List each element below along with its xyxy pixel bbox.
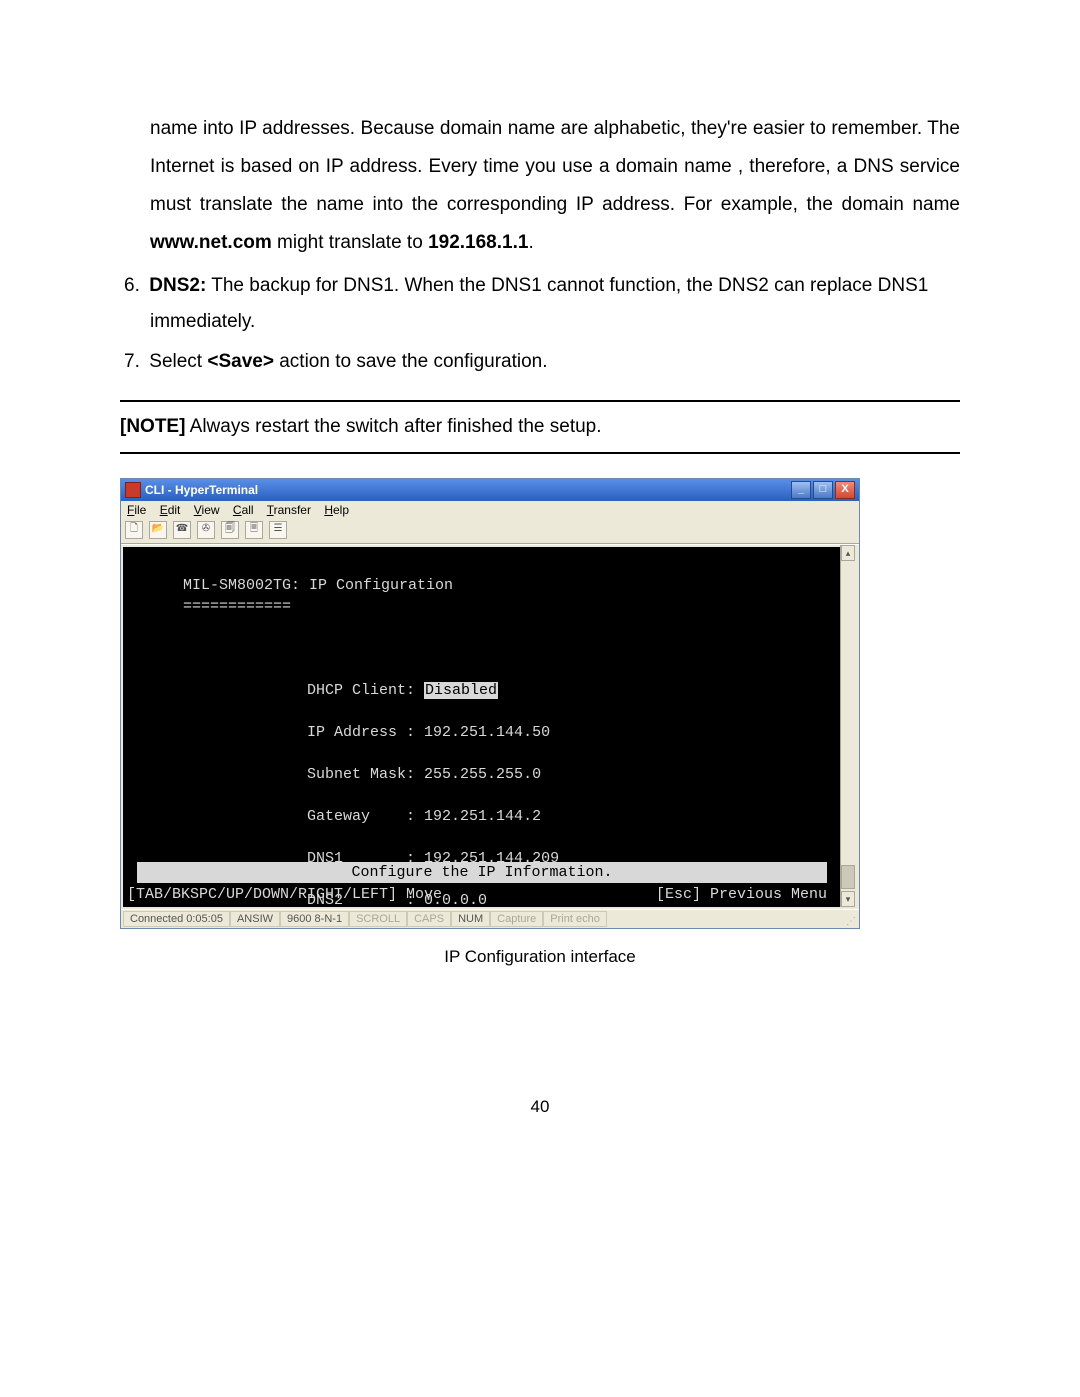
status-port: 9600 8-N-1	[280, 911, 349, 927]
hyperterminal-window: CLI - HyperTerminal _ □ X File Edit View…	[120, 478, 860, 929]
titlebar[interactable]: CLI - HyperTerminal _ □ X	[121, 479, 859, 501]
hint-esc: [Esc] Previous Menu	[656, 884, 827, 905]
window-buttons: _ □ X	[791, 481, 855, 499]
list-item-6: 6. DNS2: The backup for DNS1. When the D…	[120, 268, 960, 340]
terminal-screen[interactable]: MIL-SM8002TG: IP Configuration==========…	[123, 547, 857, 907]
status-connected: Connected 0:05:05	[123, 911, 230, 927]
term-underline: ============	[183, 596, 847, 617]
page-number: 40	[120, 1097, 960, 1117]
ip-value: 192.251.144.50	[424, 724, 550, 741]
dhcp-label: DHCP Client:	[307, 682, 415, 699]
resize-grip[interactable]: ⋰	[841, 911, 857, 927]
item7-bold: <Save>	[207, 351, 274, 372]
intro-text: name into IP addresses. Because domain n…	[150, 118, 960, 215]
figure-caption: IP Configuration interface	[120, 947, 960, 967]
term-blank	[137, 638, 847, 659]
divider-bottom	[120, 452, 960, 454]
scroll-thumb[interactable]	[841, 865, 855, 889]
send-icon[interactable]: 🗐	[221, 521, 239, 539]
term-info-bar: Configure the IP Information.	[137, 862, 827, 883]
menubar: File Edit View Call Transfer Help	[121, 501, 859, 519]
document-page: name into IP addresses. Because domain n…	[0, 0, 1080, 1194]
status-scroll: SCROLL	[349, 911, 407, 927]
menu-edit[interactable]: Edit	[160, 503, 181, 517]
grip-icon: ⋰	[846, 918, 856, 926]
domain-example: www.net.com	[150, 232, 272, 253]
terminal-wrap: MIL-SM8002TG: IP Configuration==========…	[121, 544, 859, 909]
status-emul: ANSIW	[230, 911, 280, 927]
menu-help[interactable]: Help	[324, 503, 349, 517]
term-title: MIL-SM8002TG: IP Configuration	[183, 575, 847, 596]
phone-icon[interactable]: ☎	[173, 521, 191, 539]
item7-pre: Select	[144, 351, 207, 372]
toolbar: 🗋 📂 ☎ ✇ 🗐 🗏 ☰	[121, 519, 859, 544]
hint-move: [TAB/BKSPC/UP/DOWN/RIGHT/LEFT] Move	[127, 884, 442, 905]
mask-value: 255.255.255.0	[424, 766, 541, 783]
receive-icon[interactable]: 🗏	[245, 521, 263, 539]
scroll-up-icon[interactable]: ▴	[841, 545, 855, 561]
menu-call[interactable]: Call	[233, 503, 254, 517]
ip-label: IP Address :	[307, 724, 415, 741]
mask-label: Subnet Mask:	[307, 766, 415, 783]
term-row-mask: Subnet Mask: 255.255.255.0	[307, 764, 847, 785]
status-num: NUM	[451, 911, 490, 927]
close-button[interactable]: X	[835, 481, 855, 499]
gw-label: Gateway :	[307, 808, 415, 825]
period-text: .	[528, 232, 533, 253]
item7-marker: 7.	[124, 344, 144, 380]
term-bottom-hints: [TAB/BKSPC/UP/DOWN/RIGHT/LEFT] Move [Esc]…	[123, 884, 857, 905]
intro-paragraph: name into IP addresses. Because domain n…	[150, 110, 960, 262]
new-icon[interactable]: 🗋	[125, 521, 143, 539]
list-item-7: 7. Select <Save> action to save the conf…	[120, 344, 960, 380]
item6-text: The backup for DNS1. When the DNS1 canno…	[150, 275, 928, 332]
divider-top	[120, 400, 960, 402]
scroll-down-icon[interactable]: ▾	[841, 891, 855, 907]
item6-label: DNS2:	[149, 275, 206, 296]
maximize-button[interactable]: □	[813, 481, 833, 499]
scroll-track[interactable]	[841, 561, 857, 891]
note-line: [NOTE] Always restart the switch after f…	[120, 410, 960, 444]
gw-value: 192.251.144.2	[424, 808, 541, 825]
props-icon[interactable]: ☰	[269, 521, 287, 539]
menu-file[interactable]: File	[127, 503, 146, 517]
term-row-gw: Gateway : 192.251.144.2	[307, 806, 847, 827]
status-capture: Capture	[490, 911, 543, 927]
note-text: Always restart the switch after finished…	[185, 416, 601, 437]
dhcp-value[interactable]: Disabled	[424, 682, 498, 699]
app-icon	[125, 482, 141, 498]
note-label: [NOTE]	[120, 416, 185, 437]
item6-marker: 6.	[124, 268, 144, 304]
item7-post: action to save the configuration.	[274, 351, 548, 372]
status-caps: CAPS	[407, 911, 451, 927]
menu-view[interactable]: View	[194, 503, 220, 517]
statusbar: Connected 0:05:05 ANSIW 9600 8-N-1 SCROL…	[121, 909, 859, 928]
term-row-dhcp: DHCP Client: Disabled	[307, 680, 847, 701]
ip-example: 192.168.1.1	[428, 232, 528, 253]
term-row-ip: IP Address : 192.251.144.50	[307, 722, 847, 743]
minimize-button[interactable]: _	[791, 481, 811, 499]
status-printecho: Print echo	[543, 911, 607, 927]
menu-transfer[interactable]: Transfer	[267, 503, 311, 517]
terminal-scrollbar[interactable]: ▴ ▾	[840, 545, 857, 907]
open-icon[interactable]: 📂	[149, 521, 167, 539]
window-title: CLI - HyperTerminal	[145, 483, 791, 497]
intro-after-domain: might translate to	[272, 232, 428, 253]
hangup-icon[interactable]: ✇	[197, 521, 215, 539]
